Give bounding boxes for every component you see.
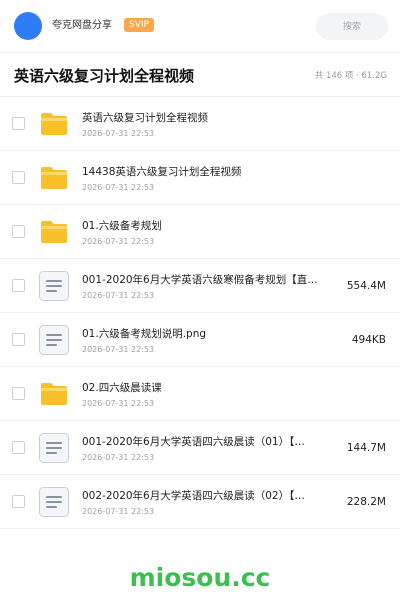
document-icon	[38, 486, 70, 518]
svip-badge: SVIP	[124, 18, 154, 32]
file-row[interactable]: 001-2020年6月大学英语六级寒假备考规划【直… 2026-07-31 22:…	[0, 259, 400, 313]
folder-icon	[38, 378, 70, 410]
share-owner-name: 夸克网盘分享	[52, 20, 112, 31]
select-checkbox[interactable]	[12, 333, 25, 346]
item-size: 144.7M	[346, 442, 386, 454]
select-checkbox[interactable]	[12, 279, 25, 292]
select-checkbox[interactable]	[12, 387, 25, 400]
folder-row[interactable]: 01.六级备考规划 2026-07-31 22:53	[0, 205, 400, 259]
item-name[interactable]: 02.四六级晨读课	[82, 381, 324, 395]
file-row[interactable]: 002-2020年6月大学英语四六级晨读（02）【… 2026-07-31 22:…	[0, 475, 400, 529]
item-size: 228.2M	[346, 496, 386, 508]
item-date: 2026-07-31 22:53	[82, 129, 155, 138]
file-row[interactable]: 01.六级备考规划说明.png 2026-07-31 22:53 494KB	[0, 313, 400, 367]
select-checkbox[interactable]	[12, 495, 25, 508]
select-checkbox[interactable]	[12, 225, 25, 238]
avatar[interactable]	[14, 12, 42, 40]
file-row[interactable]: 001-2020年6月大学英语四六级晨读（01）【… 2026-07-31 22:…	[0, 421, 400, 475]
item-date: 2026-07-31 22:53	[82, 399, 155, 408]
document-icon	[38, 432, 70, 464]
item-date: 2026-07-31 22:53	[82, 237, 155, 246]
search-input[interactable]	[316, 13, 388, 40]
item-date: 2026-07-31 22:53	[82, 507, 155, 516]
item-name[interactable]: 01.六级备考规划	[82, 219, 324, 233]
folder-icon	[38, 162, 70, 194]
item-name[interactable]: 001-2020年6月大学英语四六级晨读（01）【…	[82, 435, 324, 449]
item-name[interactable]: 001-2020年6月大学英语六级寒假备考规划【直…	[82, 273, 324, 287]
folder-icon	[38, 216, 70, 248]
item-date: 2026-07-31 22:53	[82, 345, 155, 354]
header-divider	[0, 52, 400, 53]
item-size: 494KB	[351, 334, 386, 346]
item-date: 2026-07-31 22:53	[82, 183, 155, 192]
item-size: 554.4M	[346, 280, 386, 292]
item-date: 2026-07-31 22:53	[82, 291, 155, 300]
item-summary: 共 146 项 · 61.2G	[314, 71, 387, 81]
document-icon	[38, 324, 70, 356]
folder-row[interactable]: 02.四六级晨读课 2026-07-31 22:53	[0, 367, 400, 421]
watermark: miosou.cc	[129, 563, 271, 592]
item-name[interactable]: 14438英语六级复习计划全程视频	[82, 165, 324, 179]
folder-icon	[38, 108, 70, 140]
item-name[interactable]: 01.六级备考规划说明.png	[82, 327, 324, 341]
folder-row[interactable]: 英语六级复习计划全程视频 2026-07-31 22:53	[0, 97, 400, 151]
document-icon	[38, 270, 70, 302]
item-name[interactable]: 英语六级复习计划全程视频	[82, 111, 324, 125]
select-checkbox[interactable]	[12, 441, 25, 454]
page-title: 英语六级复习计划全程视频	[14, 67, 195, 85]
item-name[interactable]: 002-2020年6月大学英语四六级晨读（02）【…	[82, 489, 324, 503]
top-bar: 夸克网盘分享 SVIP	[0, 0, 400, 52]
folder-row[interactable]: 14438英语六级复习计划全程视频 2026-07-31 22:53	[0, 151, 400, 205]
select-checkbox[interactable]	[12, 171, 25, 184]
select-checkbox[interactable]	[12, 117, 25, 130]
item-date: 2026-07-31 22:53	[82, 453, 155, 462]
